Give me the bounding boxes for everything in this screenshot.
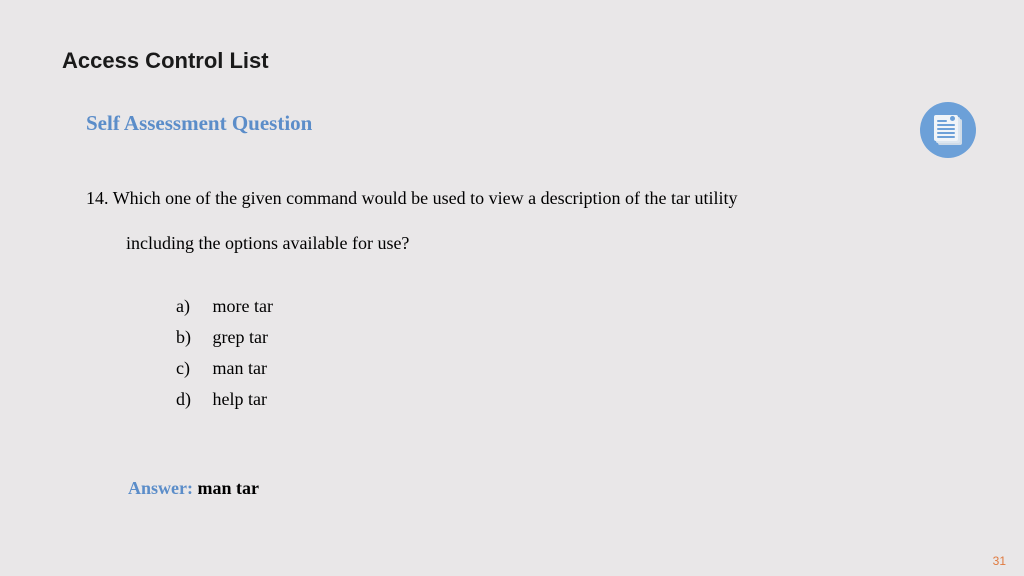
- question-block: 14. Which one of the given command would…: [86, 185, 906, 257]
- page-number: 31: [993, 554, 1006, 568]
- option-a: a) more tar: [176, 296, 273, 317]
- option-letter: b): [176, 327, 208, 348]
- option-text: more tar: [213, 296, 273, 316]
- question-number: 14.: [86, 188, 109, 208]
- answer-block: Answer: man tar: [128, 478, 259, 499]
- options-list: a) more tar b) grep tar c) man tar d) he…: [176, 296, 273, 420]
- option-letter: a): [176, 296, 208, 317]
- option-letter: d): [176, 389, 208, 410]
- question-text-line1: Which one of the given command would be …: [113, 188, 738, 208]
- option-text: help tar: [213, 389, 267, 409]
- section-title: Self Assessment Question: [86, 111, 312, 136]
- option-text: man tar: [213, 358, 267, 378]
- answer-label: Answer:: [128, 478, 193, 498]
- answer-value: man tar: [198, 478, 260, 498]
- page-title: Access Control List: [62, 48, 269, 74]
- option-b: b) grep tar: [176, 327, 273, 348]
- document-icon: [920, 102, 976, 158]
- option-d: d) help tar: [176, 389, 273, 410]
- option-text: grep tar: [213, 327, 268, 347]
- option-letter: c): [176, 358, 208, 379]
- option-c: c) man tar: [176, 358, 273, 379]
- question-text-line2: including the options available for use?: [126, 230, 906, 257]
